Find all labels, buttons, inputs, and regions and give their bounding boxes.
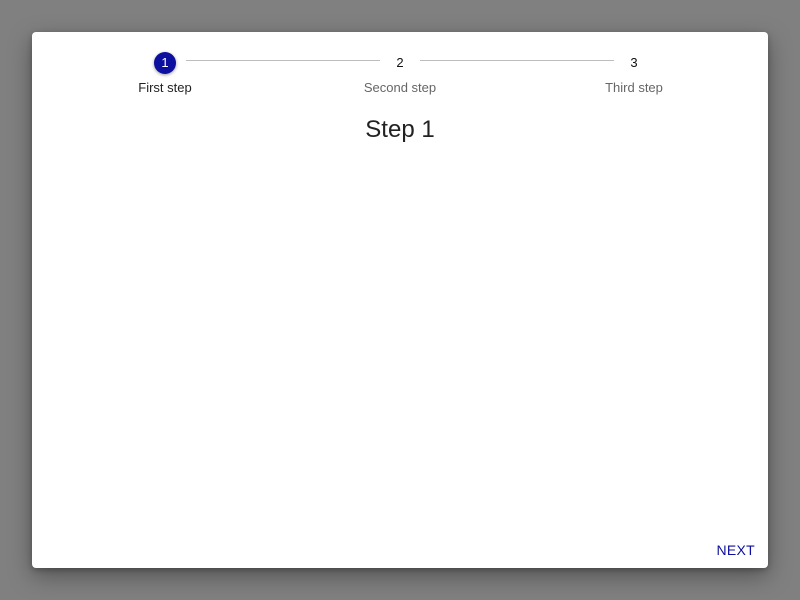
step-1-label: First step	[138, 80, 192, 95]
step-3-indicator: 3	[630, 55, 638, 70]
step-connector-2	[420, 60, 614, 61]
step-3-label: Third step	[605, 80, 663, 95]
stepper: 1 First step 2 Second step 3 Third step	[32, 32, 768, 112]
step-connector-1	[186, 60, 380, 61]
step-content-title: Step 1	[365, 116, 435, 143]
next-button[interactable]: NEXT	[715, 538, 756, 562]
step-2-indicator: 2	[396, 55, 404, 70]
step-1-indicator: 1	[154, 52, 176, 74]
stepper-dialog: 1 First step 2 Second step 3 Third step …	[32, 32, 768, 568]
step-2-label: Second step	[363, 80, 437, 95]
